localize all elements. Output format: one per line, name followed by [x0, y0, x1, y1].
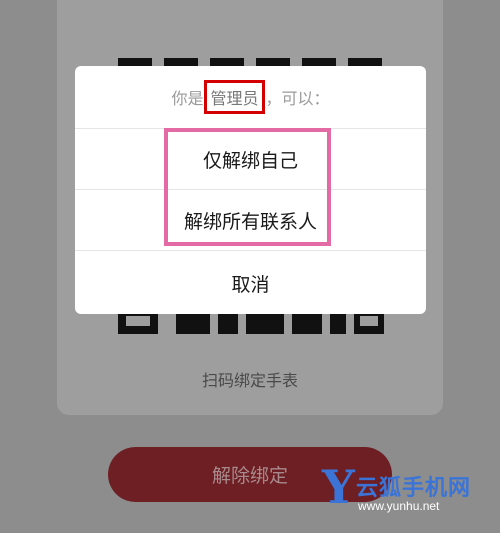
watermark-logo-icon: Y — [322, 460, 355, 514]
divider — [75, 250, 426, 251]
watermark-site-name: 云狐手机网 — [356, 476, 472, 501]
role-label: 管理员 — [204, 80, 265, 114]
header-suffix: ，可以： — [265, 89, 330, 108]
scan-to-bind-label: 扫码绑定手表 — [201, 371, 298, 390]
header-prefix: 你是 — [171, 89, 204, 108]
watermark-url: www.yunhu.net — [358, 499, 440, 513]
unbind-all-contacts-option[interactable]: 解绑所有联系人 — [75, 190, 426, 250]
dialog-header: 你是 管理员 ，可以： — [75, 66, 426, 128]
watermark: Y 云狐手机网 www.yunhu.net — [322, 464, 494, 516]
unbind-self-option[interactable]: 仅解绑自己 — [75, 129, 426, 189]
cancel-button[interactable]: 取消 — [75, 253, 426, 313]
unbind-options-dialog: 你是 管理员 ，可以： 仅解绑自己 解绑所有联系人 取消 — [75, 66, 426, 314]
